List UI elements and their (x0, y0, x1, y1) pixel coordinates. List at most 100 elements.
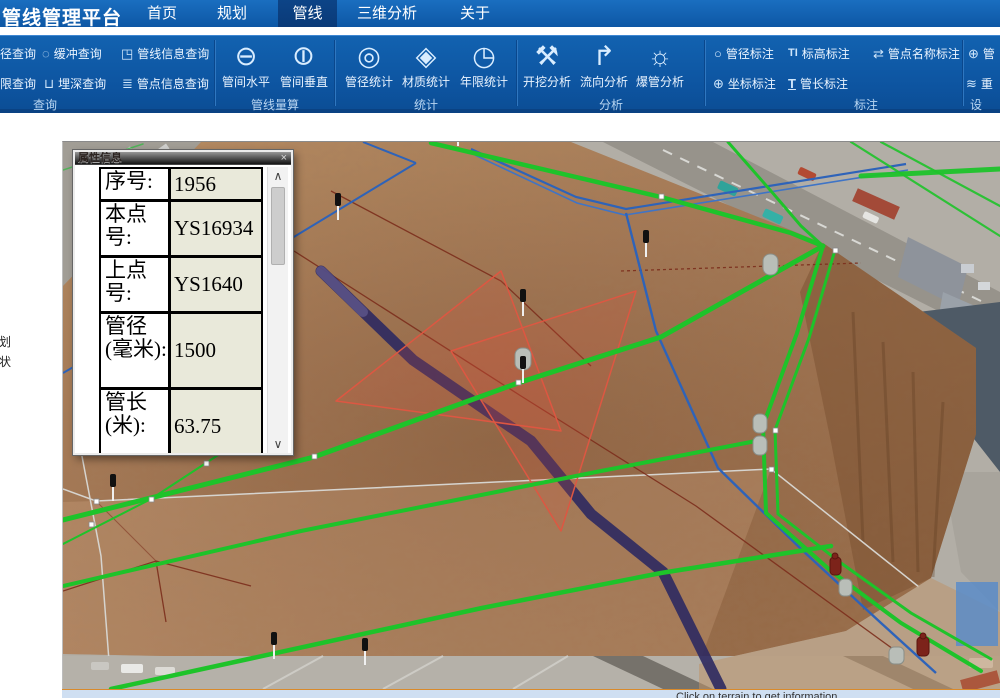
buffer-query-icon: ◌ (42, 47, 50, 60)
button-excavation-analysis[interactable]: ⚒ 开挖分析 (519, 40, 575, 90)
row-value: YS16934 (171, 202, 261, 255)
tab-home[interactable]: 首页 (135, 0, 189, 27)
row-label: 上点号: (101, 258, 171, 311)
button-diameter-annotation[interactable]: ○ 管径标注 (714, 44, 774, 62)
group-label-settings: 设 (931, 96, 1000, 113)
group-label-query: 查询 (0, 96, 90, 113)
tab-3d-analysis[interactable]: 三维分析 (352, 0, 422, 27)
flow-analysis-icon: ↱ (576, 40, 632, 72)
button-burst-analysis[interactable]: ☼ 爆管分析 (632, 40, 688, 90)
button-label: 年限统计 (456, 73, 512, 90)
button-point-info-query[interactable]: ≣ 管点信息查询 (122, 74, 209, 92)
button-pipe-horizontal[interactable]: ⊖ 管间水平 (218, 40, 274, 90)
button-pipeline-info-query[interactable]: ◳ 管线信息查询 (121, 44, 209, 62)
pipeline-info-query-icon: ◳ (121, 47, 133, 60)
sidebar-item-current[interactable]: 现状 (0, 353, 11, 370)
button-label: 开挖分析 (519, 73, 575, 90)
button-point-name-annotation[interactable]: ⇄ 管点名称标注 (873, 44, 960, 62)
tab-pipeline[interactable]: 管线 (278, 0, 337, 27)
button-length-annotation[interactable]: T 管长标注 (788, 74, 848, 92)
property-table: 序号: 1956 本点号: YS16934 上点号: YS1640 管径(毫米)… (99, 167, 263, 453)
pipe-vertical-icon: ⊖ (288, 28, 320, 84)
button-coordinate-annotation[interactable]: ⊕ 坐标标注 (713, 74, 776, 92)
button-pipe-vertical[interactable]: ⊖ 管间垂直 (276, 40, 332, 90)
app-window: 管线管理平台 首页 规划 管线 三维分析 关于 径查询 ◌ 缓冲查询 ◳ 管线信… (0, 0, 1000, 698)
button-diameter-query[interactable]: 径查询 (0, 44, 36, 62)
length-annotation-icon: T (788, 77, 796, 90)
button-label: 管径统计 (341, 73, 397, 90)
layers-icon: ≋ (966, 77, 977, 90)
button-label: 管径标注 (726, 45, 774, 62)
table-row: 管长(米): 63.75 (101, 390, 261, 455)
button-flow-analysis[interactable]: ↱ 流向分析 (576, 40, 632, 90)
row-value: 1956 (171, 169, 261, 199)
settings-cross-icon: ⊕ (968, 47, 979, 60)
depth-query-icon: ⊔ (44, 77, 54, 90)
material-stats-icon: ◈ (398, 40, 454, 72)
button-label: 管 (983, 45, 995, 62)
table-row: 本点号: YS16934 (101, 202, 261, 258)
pipe-horizontal-icon: ⊖ (218, 40, 274, 72)
button-label: 坐标标注 (728, 75, 776, 92)
group-label-annotation: 标注 (821, 96, 911, 113)
coordinate-annotation-icon: ⊕ (713, 77, 724, 90)
dialog-scrollbar[interactable]: ∧ ∨ (267, 167, 288, 455)
button-label: 爆管分析 (632, 73, 688, 90)
dialog-body: 序号: 1956 本点号: YS16934 上点号: YS1640 管径(毫米)… (75, 165, 291, 453)
scrollbar-thumb[interactable] (271, 187, 285, 265)
button-material-stats[interactable]: ◈ 材质统计 (398, 40, 454, 90)
button-elevation-annotation[interactable]: TI 标高标注 (788, 44, 850, 62)
layer-sidebar: 规划 现状 (0, 113, 62, 698)
button-label: 管线信息查询 (137, 45, 209, 62)
row-label: 序号: (101, 169, 171, 199)
dialog-title: 属性信息 (78, 152, 122, 165)
elevation-annotation-icon: TI (788, 48, 798, 59)
ribbon-separator (704, 40, 705, 106)
button-label: 埋深查询 (58, 75, 106, 92)
close-icon[interactable]: × (281, 152, 287, 165)
diameter-annotation-icon: ○ (714, 47, 722, 60)
button-label: 管点名称标注 (888, 45, 960, 62)
button-diameter-stats[interactable]: ◎ 管径统计 (341, 40, 397, 90)
button-label: 管点信息查询 (137, 75, 209, 92)
row-label: 管长(米): (101, 390, 171, 455)
ribbon-separator (334, 40, 335, 106)
button-label: 重 (981, 75, 993, 92)
table-row: 序号: 1956 (101, 169, 261, 202)
app-title: 管线管理平台 (2, 3, 122, 30)
tab-planning[interactable]: 规划 (205, 0, 259, 27)
point-name-annotation-icon: ⇄ (873, 47, 884, 60)
button-depth-query[interactable]: ⊔ 埋深查询 (44, 74, 106, 92)
sidebar-item-planning[interactable]: 规划 (0, 333, 11, 350)
tab-about[interactable]: 关于 (451, 0, 499, 27)
scroll-down-icon[interactable]: ∨ (268, 437, 288, 451)
excavation-analysis-icon: ⚒ (519, 40, 575, 72)
group-label-stats: 统计 (381, 96, 471, 113)
diameter-stats-icon: ◎ (341, 40, 397, 72)
button-age-stats[interactable]: ◷ 年限统计 (456, 40, 512, 90)
dialog-title-bar[interactable]: 属性信息 × (75, 152, 291, 165)
tab-bar: 管线管理平台 首页 规划 管线 三维分析 关于 (0, 0, 1000, 27)
ribbon-separator (516, 40, 517, 106)
button-buffer-query[interactable]: ◌ 缓冲查询 (42, 44, 102, 62)
button-label: 材质统计 (398, 73, 454, 90)
button-label: 缓冲查询 (54, 45, 102, 62)
group-label-measure: 管线量算 (230, 96, 320, 113)
button-label: 径查询 (0, 45, 36, 62)
button-limit-query[interactable]: 限查询 (0, 74, 36, 92)
table-row: 上点号: YS1640 (101, 258, 261, 314)
row-value: YS1640 (171, 258, 261, 311)
blue-building (956, 582, 998, 646)
ribbon-toolbar: 径查询 ◌ 缓冲查询 ◳ 管线信息查询 限查询 ⊔ 埋深查询 ≣ 管点信息查询 … (0, 35, 1000, 113)
button-label: 管长标注 (800, 75, 848, 92)
status-message: Click on terrain to get information (676, 691, 837, 698)
point-info-query-icon: ≣ (122, 77, 133, 90)
row-label: 管径(毫米): (101, 314, 171, 387)
button-label: 流向分析 (576, 73, 632, 90)
scroll-up-icon[interactable]: ∧ (268, 169, 288, 183)
row-value: 1500 (171, 314, 261, 387)
button-settings-partial[interactable]: ⊕ 管 (968, 44, 995, 62)
age-stats-icon: ◷ (456, 40, 512, 72)
status-bar: Click on terrain to get information (62, 689, 1000, 698)
button-layers-partial[interactable]: ≋ 重 (966, 74, 993, 92)
